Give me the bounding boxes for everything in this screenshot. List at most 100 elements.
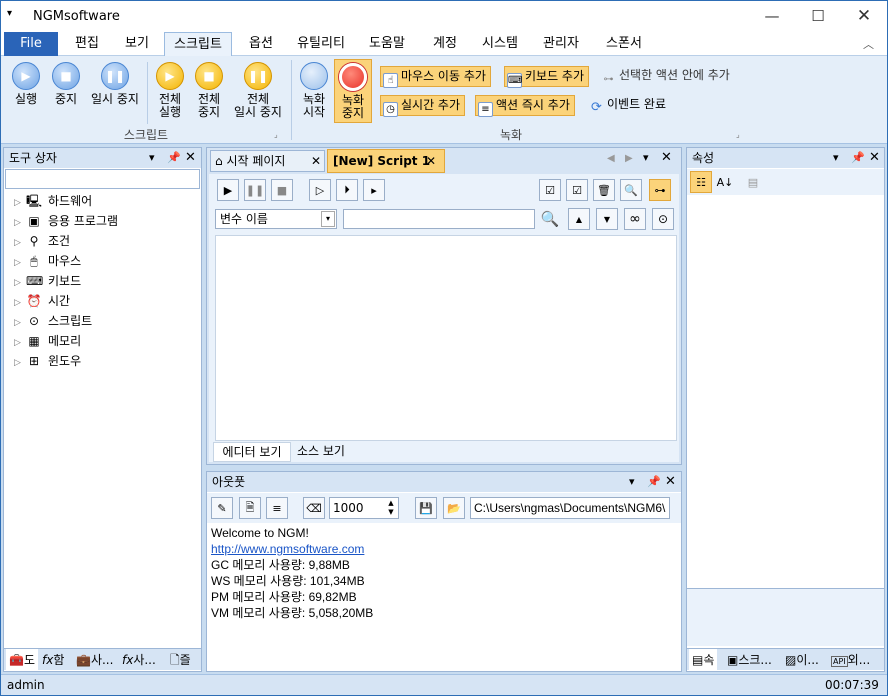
- add-action-now-button[interactable]: ≡ 액션 즉시 추가: [475, 95, 575, 117]
- tree-view-button[interactable]: ⊶: [649, 179, 671, 201]
- close-tab-icon[interactable]: ✕: [426, 150, 436, 172]
- expand-icon[interactable]: ▷: [14, 313, 26, 333]
- record-stop-button[interactable]: 녹화 중지: [334, 59, 372, 123]
- expand-icon[interactable]: ▷: [14, 253, 26, 273]
- tab-user-1[interactable]: 💼사...: [76, 649, 113, 671]
- log-link[interactable]: http://www.ngmsoftware.com: [211, 541, 364, 557]
- open-folder-button[interactable]: 📂: [443, 497, 465, 519]
- dialog-launcher-icon[interactable]: ⌟: [274, 130, 278, 139]
- pause-all-button[interactable]: ❚❚ 전체 일시 중지: [229, 62, 287, 119]
- list-button[interactable]: ≡: [266, 497, 288, 519]
- tab-toolbox[interactable]: 🧰도: [6, 649, 38, 671]
- expand-icon[interactable]: ▷: [14, 233, 26, 253]
- delete-button[interactable]: 🗑: [593, 179, 615, 201]
- move-down-button[interactable]: ▼: [596, 208, 618, 230]
- dropdown-icon[interactable]: ▾: [833, 148, 839, 168]
- step-button[interactable]: ▷: [309, 179, 331, 201]
- tab-edit[interactable]: 편집: [65, 32, 109, 56]
- minimize-button[interactable]: —: [749, 1, 795, 31]
- run-button[interactable]: ▶ 실행: [7, 62, 45, 106]
- collapse-ribbon-icon[interactable]: ︿: [863, 36, 874, 52]
- tab-script-1[interactable]: [New] Script 1 ✕: [327, 149, 445, 173]
- tab-start-page[interactable]: ⌂ 시작 페이지 ✕: [210, 150, 325, 172]
- close-tab-icon[interactable]: ✕: [311, 151, 321, 171]
- play-button[interactable]: ▶: [217, 179, 239, 201]
- tab-user-2[interactable]: fx사...: [122, 649, 156, 671]
- close-icon[interactable]: ✕: [185, 148, 196, 168]
- pause-button[interactable]: ❚❚ 일시 중지: [87, 62, 143, 106]
- tab-external[interactable]: API 외...: [831, 649, 870, 673]
- tree-item-keyboard[interactable]: ▷ ⌨ 키보드: [14, 271, 81, 291]
- stop-all-button[interactable]: ■ 전체 중지: [190, 62, 228, 119]
- tab-sponsor[interactable]: 스폰서: [597, 32, 651, 56]
- close-icon[interactable]: ✕: [665, 472, 676, 492]
- close-icon[interactable]: ✕: [869, 148, 880, 168]
- move-up-button[interactable]: ▲: [568, 208, 590, 230]
- dropdown-icon[interactable]: ▾: [629, 472, 635, 492]
- variable-search-input[interactable]: [343, 209, 535, 229]
- tree-item-hardware[interactable]: ▷ 🖳 하드웨어: [14, 191, 92, 211]
- log-settings-button[interactable]: 🗎: [239, 497, 261, 519]
- expand-icon[interactable]: ▷: [14, 273, 26, 293]
- stop-button[interactable]: ■: [271, 179, 293, 201]
- tab-script[interactable]: 스크립트: [164, 32, 232, 57]
- tree-item-script[interactable]: ▷ ⊙ 스크립트: [14, 311, 92, 331]
- tab-utility[interactable]: 유틸리티: [289, 32, 353, 56]
- pin-icon[interactable]: 📌: [647, 472, 661, 492]
- log-path-input[interactable]: C:\Users\ngmas\Documents\NGM6\: [470, 497, 670, 519]
- script-canvas[interactable]: [215, 235, 677, 441]
- loop-button[interactable]: ∞: [624, 208, 646, 230]
- maximize-button[interactable]: ☐: [795, 1, 841, 31]
- tab-help[interactable]: 도움말: [361, 32, 413, 56]
- add-mouse-move-button[interactable]: ☝ 마우스 이동 추가: [380, 66, 491, 88]
- interval-stepper[interactable]: 1000 ▲ ▼: [329, 497, 399, 519]
- stepper-arrows-icon[interactable]: ▲ ▼: [385, 499, 397, 517]
- run-all-button[interactable]: ▶ 전체 실행: [151, 62, 189, 119]
- dropdown-icon[interactable]: ▾: [643, 151, 649, 164]
- check-button[interactable]: ☑: [566, 179, 588, 201]
- save-log-button[interactable]: 💾: [415, 497, 437, 519]
- more-button[interactable]: ⊙: [652, 208, 674, 230]
- run-to-button[interactable]: ⏵: [336, 179, 358, 201]
- tab-system[interactable]: 시스템: [473, 32, 527, 56]
- sort-alpha-button[interactable]: A↓: [714, 171, 736, 193]
- tab-favorites[interactable]: 🗋즐: [170, 649, 191, 671]
- clear-button[interactable]: ⌫: [303, 497, 325, 519]
- tree-item-mouse[interactable]: ▷ 🖱 마우스: [14, 251, 81, 271]
- variable-select[interactable]: 변수 이름 ▾: [215, 209, 337, 229]
- pause-button[interactable]: ❚❚: [244, 179, 266, 201]
- record-start-button[interactable]: 녹화 시작: [296, 62, 332, 119]
- chevron-down-icon[interactable]: ▾: [321, 211, 335, 227]
- pin-icon[interactable]: 📌: [851, 148, 865, 168]
- tree-item-time[interactable]: ▷ ⏰ 시간: [14, 291, 70, 311]
- tree-item-window[interactable]: ▷ ⊞ 윈도우: [14, 351, 81, 371]
- clean-button[interactable]: ✎: [211, 497, 233, 519]
- search-icon[interactable]: 🔍: [539, 208, 561, 230]
- expand-icon[interactable]: ▷: [14, 213, 26, 233]
- close-icon[interactable]: ✕: [661, 150, 672, 165]
- tab-admin[interactable]: 관리자: [534, 32, 588, 56]
- categorized-button[interactable]: ☷: [690, 171, 712, 193]
- stop-button[interactable]: ■ 중지: [47, 62, 85, 106]
- tab-editor-view[interactable]: 에디터 보기: [213, 442, 291, 462]
- expand-icon[interactable]: ▷: [14, 293, 26, 313]
- scroll-right-icon[interactable]: ▶: [625, 153, 633, 164]
- tree-item-application[interactable]: ▷ ▣ 응용 프로그램: [14, 211, 118, 231]
- property-pages-button[interactable]: ▤: [742, 171, 764, 193]
- tab-properties[interactable]: ▤속: [689, 649, 718, 671]
- dropdown-icon[interactable]: ▾: [149, 148, 155, 168]
- file-tab[interactable]: File: [4, 32, 58, 56]
- expand-icon[interactable]: ▷: [14, 193, 26, 213]
- pin-icon[interactable]: 📌: [167, 148, 181, 168]
- quick-access-dropdown-icon[interactable]: ▾: [7, 8, 12, 19]
- tab-script-explorer[interactable]: ▣스크...: [727, 649, 772, 671]
- tab-images[interactable]: ▨이...: [785, 649, 819, 671]
- tree-item-condition[interactable]: ▷ ⚲ 조건: [14, 231, 70, 251]
- dialog-launcher-icon[interactable]: ⌟: [736, 130, 740, 139]
- event-complete-button[interactable]: ⟳ 이벤트 완료: [587, 95, 670, 116]
- tab-options[interactable]: 옵션: [239, 32, 283, 56]
- close-button[interactable]: ✕: [841, 1, 887, 31]
- add-realtime-button[interactable]: ◷ 실시간 추가: [380, 95, 466, 117]
- run-selected-button[interactable]: ▸: [363, 179, 385, 201]
- tab-view[interactable]: 보기: [115, 32, 159, 56]
